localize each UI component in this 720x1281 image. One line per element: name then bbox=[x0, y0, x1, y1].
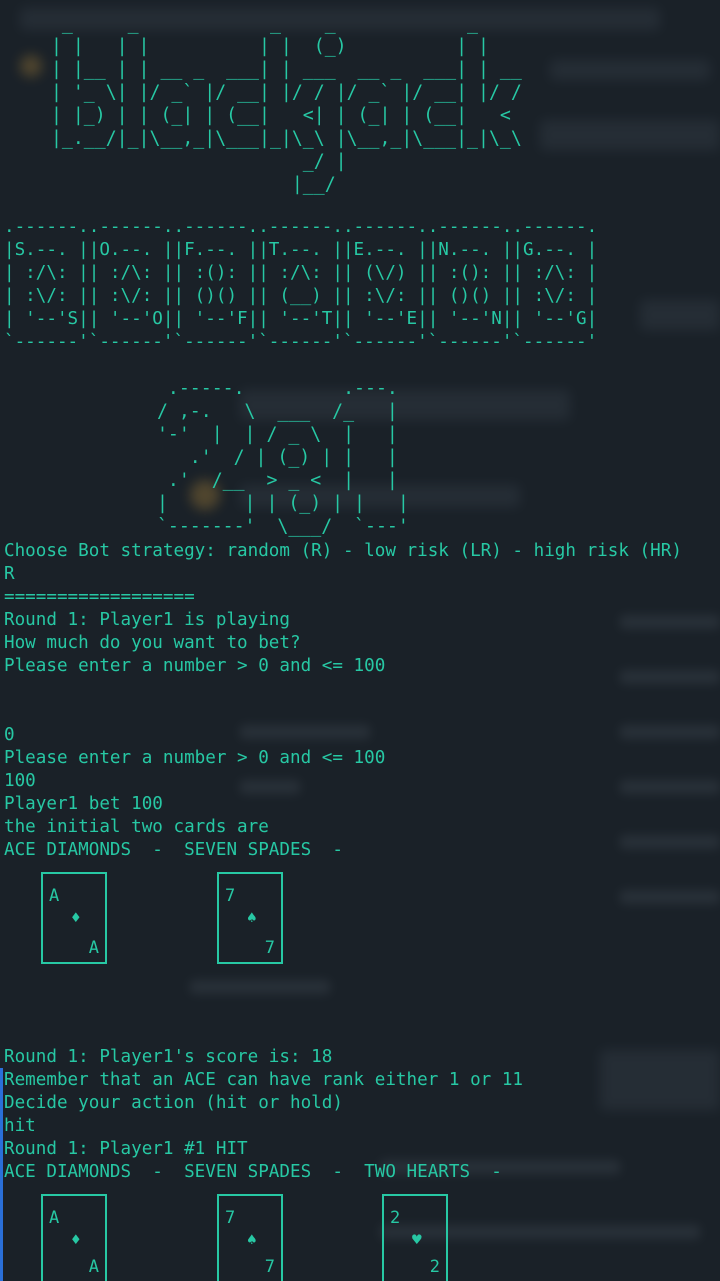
diamond-suit-icon: ♦ bbox=[71, 1230, 81, 1249]
card-rank: A bbox=[88, 1257, 99, 1277]
strategy-input: R bbox=[4, 564, 15, 584]
playing-card: A ♦ A bbox=[41, 1194, 107, 1281]
blackjack-ascii-banner: _ _ _ _ _ | | | | | | (_) | | | |__ | | … bbox=[50, 13, 522, 195]
card-rank: 2 bbox=[390, 1208, 401, 1228]
card-rank: 7 bbox=[225, 1208, 236, 1228]
terminal-window[interactable]: _ _ _ _ _ | | | | | | (_) | | | |__ | | … bbox=[0, 0, 720, 1281]
playing-card: 7 ♠ 7 bbox=[217, 1194, 283, 1281]
initial-cards-list: ACE DIAMONDS - SEVEN SPADES - bbox=[4, 840, 343, 860]
twenty-one-ascii: .-----. .---. / ,-. \ ___ /_ | '-' | | /… bbox=[156, 378, 409, 537]
card-rank: A bbox=[88, 938, 99, 958]
spade-suit-icon: ♠ bbox=[247, 908, 257, 927]
card-rank: 7 bbox=[264, 1257, 275, 1277]
card-rank: 7 bbox=[225, 886, 236, 906]
playing-card: 2 ♥ 2 bbox=[382, 1194, 448, 1281]
spade-suit-icon: ♠ bbox=[247, 1230, 257, 1249]
separator-line: ================== bbox=[4, 587, 195, 607]
bet-confirmation: Player1 bet 100 bbox=[4, 794, 163, 814]
score-line: Round 1: Player1's score is: 18 bbox=[4, 1047, 333, 1067]
heart-suit-icon: ♥ bbox=[412, 1230, 422, 1249]
bet-range-hint: Please enter a number > 0 and <= 100 bbox=[4, 748, 386, 768]
ace-hint: Remember that an ACE can have rank eithe… bbox=[4, 1070, 524, 1090]
action-input: hit bbox=[4, 1116, 36, 1136]
card-rank: A bbox=[49, 886, 60, 906]
bet-question: How much do you want to bet? bbox=[4, 633, 301, 653]
card-rank: 7 bbox=[264, 938, 275, 958]
playing-card: 7 ♠ 7 bbox=[217, 872, 283, 964]
bet-input: 100 bbox=[4, 771, 36, 791]
strategy-prompt: Choose Bot strategy: random (R) - low ri… bbox=[4, 541, 682, 561]
card-rank: A bbox=[49, 1208, 60, 1228]
playing-card: A ♦ A bbox=[41, 872, 107, 964]
diamond-suit-icon: ♦ bbox=[71, 908, 81, 927]
card-rank: 2 bbox=[429, 1257, 440, 1277]
scroll-marker bbox=[0, 1068, 3, 1281]
hit-cards-list: ACE DIAMONDS - SEVEN SPADES - TWO HEARTS… bbox=[4, 1162, 502, 1182]
softeng-ascii-cards: .------..------..------..------..------.… bbox=[4, 217, 598, 352]
initial-cards-label: the initial two cards are bbox=[4, 817, 269, 837]
round-status: Round 1: Player1 is playing bbox=[4, 610, 290, 630]
bet-input: 0 bbox=[4, 725, 15, 745]
hit-result: Round 1: Player1 #1 HIT bbox=[4, 1139, 248, 1159]
action-prompt: Decide your action (hit or hold) bbox=[4, 1093, 343, 1113]
bet-range-hint: Please enter a number > 0 and <= 100 bbox=[4, 656, 386, 676]
